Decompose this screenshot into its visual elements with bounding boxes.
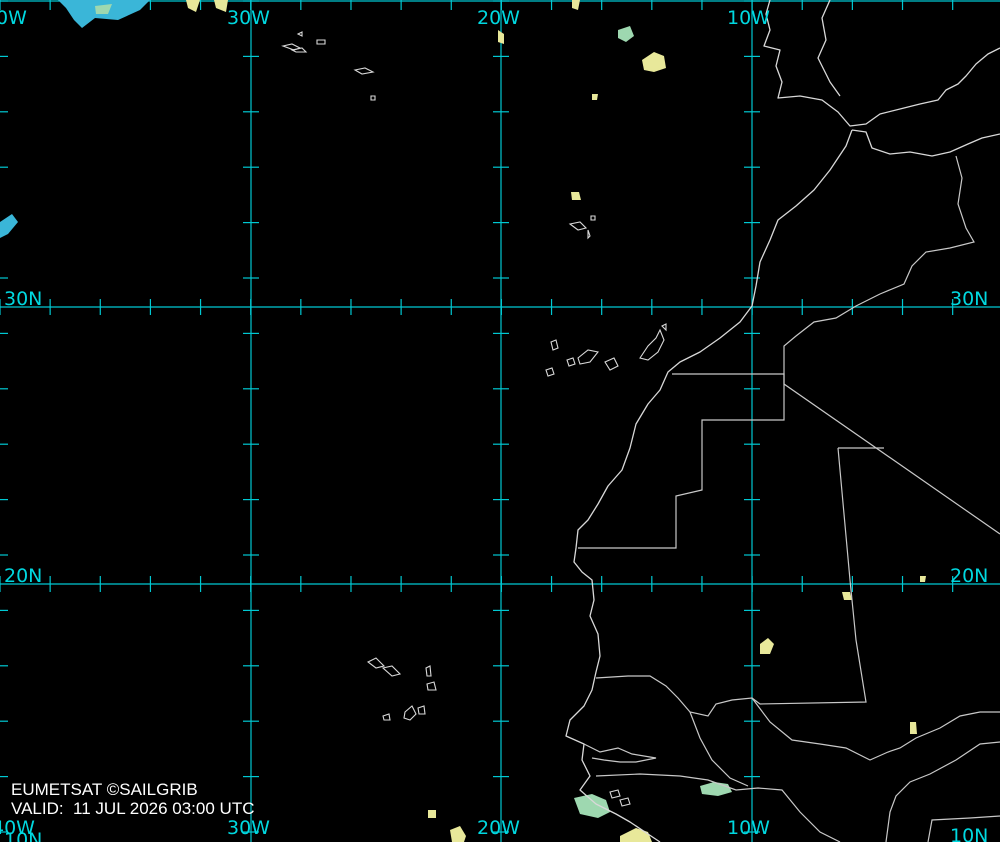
lon-label-top-30w: 30W <box>227 7 270 29</box>
lat-label-left-10n: 10N <box>4 829 42 842</box>
source-credit: EUMETSAT ©SAILGRIB <box>11 780 198 799</box>
satellite-map[interactable]: 0W 30W 20W 10W 40W 30W 20W 10W 30N 20N 1… <box>0 0 1000 842</box>
lon-label-top-0: 0W <box>0 7 27 29</box>
lat-label-right-10n: 10N <box>950 825 988 842</box>
lon-label-bottom-30w: 30W <box>227 817 270 839</box>
lon-label-top-20w: 20W <box>477 7 520 29</box>
cloud-patch <box>910 722 917 734</box>
lon-label-bottom-10w: 10W <box>727 817 770 839</box>
valid-time: VALID: 11 JUL 2026 03:00 UTC <box>11 799 255 818</box>
cloud-patch <box>920 576 926 582</box>
lat-label-left-30n: 30N <box>4 288 42 310</box>
cloud-patch <box>592 94 598 100</box>
lon-label-bottom-20w: 20W <box>477 817 520 839</box>
lat-label-right-20n: 20N <box>950 565 988 587</box>
cloud-patch <box>428 810 436 818</box>
lat-label-right-30n: 30N <box>950 288 988 310</box>
lon-label-top-10w: 10W <box>727 7 770 29</box>
lat-label-left-20n: 20N <box>4 565 42 587</box>
